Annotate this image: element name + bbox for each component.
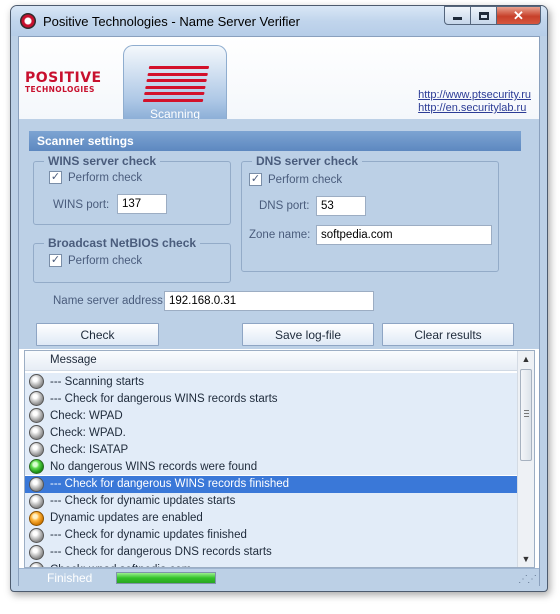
- status-led-icon: [29, 459, 44, 475]
- log-row[interactable]: Dynamic updates are enabled: [25, 509, 518, 527]
- dns-port-label: DNS port:: [259, 200, 310, 212]
- client-area: POSITIVE TECHNOLOGIES Scanning http://ww…: [18, 36, 540, 587]
- log-scrollbar[interactable]: ▲ ▼: [517, 351, 534, 567]
- log-message: --- Scanning starts: [50, 375, 144, 388]
- dns-check-title: DNS server check: [252, 154, 363, 168]
- minimize-button[interactable]: [444, 6, 471, 25]
- status-led-icon: [29, 391, 44, 407]
- status-led-icon: [29, 374, 44, 389]
- wins-perform-checkbox[interactable]: ✓: [49, 171, 62, 184]
- scroll-thumb[interactable]: [520, 369, 532, 461]
- log-message: --- Check for dynamic updates finished: [50, 529, 247, 542]
- wins-check-title: WINS server check: [44, 154, 161, 168]
- log-list[interactable]: Message --- Scanning starts --- Check for…: [24, 350, 535, 568]
- dns-perform-checkbox[interactable]: ✓: [249, 173, 262, 186]
- header-links: http://www.ptsecurity.ru http://en.secur…: [418, 89, 531, 115]
- log-message: --- Check for dangerous WINS records sta…: [50, 392, 278, 405]
- tab-scanning[interactable]: Scanning: [123, 45, 227, 123]
- netbios-check-group: Broadcast NetBIOS check ✓ Perform check: [33, 236, 231, 283]
- log-message: Check: WPAD.: [50, 426, 126, 439]
- log-message: No dangerous WINS records were found: [50, 460, 258, 473]
- name-server-address-label: Name server address:: [53, 295, 167, 307]
- dns-perform-check[interactable]: ✓ Perform check: [249, 173, 342, 186]
- securitylab-link[interactable]: http://en.securitylab.ru: [418, 102, 531, 115]
- dns-port-input[interactable]: [316, 196, 366, 216]
- log-message: --- Check for dangerous WINS records fin…: [50, 478, 290, 491]
- minimize-icon: [453, 17, 462, 20]
- wins-port-label: WINS port:: [53, 199, 110, 211]
- status-led-icon: [29, 408, 44, 424]
- close-button[interactable]: ✕: [496, 6, 541, 25]
- scanner-settings-panel: Scanner settings WINS server check ✓ Per…: [19, 119, 539, 349]
- close-icon: ✕: [513, 8, 524, 23]
- netbios-perform-check[interactable]: ✓ Perform check: [49, 254, 142, 267]
- window-controls: ✕: [444, 6, 541, 25]
- log-message: --- Check for dangerous DNS records star…: [50, 546, 272, 559]
- status-led-icon: [29, 476, 44, 492]
- status-led-icon: [29, 493, 44, 509]
- status-led-icon: [29, 527, 44, 543]
- netbios-perform-checkbox[interactable]: ✓: [49, 254, 62, 267]
- scroll-up-arrow-icon[interactable]: ▲: [518, 351, 534, 367]
- app-icon: [20, 13, 36, 29]
- netbios-check-title: Broadcast NetBIOS check: [44, 236, 201, 250]
- maximize-icon: [478, 11, 489, 20]
- logo-top-text: POSITIVE: [25, 70, 102, 86]
- save-log-button[interactable]: Save log-file: [242, 323, 374, 346]
- progress-bar: [116, 572, 216, 584]
- wins-perform-label: Perform check: [68, 171, 143, 184]
- zone-name-input[interactable]: [316, 225, 492, 245]
- log-message: Dynamic updates are enabled: [50, 512, 203, 525]
- scanner-settings-title: Scanner settings: [29, 131, 521, 151]
- log-row[interactable]: --- Check for dynamic updates starts: [25, 492, 518, 510]
- status-led-icon: [29, 442, 44, 458]
- resize-grip-icon[interactable]: ⋰⋰: [518, 574, 537, 585]
- status-led-icon: [29, 510, 44, 526]
- status-text: Finished: [47, 571, 93, 585]
- log-row[interactable]: --- Check for dangerous WINS records fin…: [25, 475, 518, 493]
- log-row[interactable]: Check: WPAD: [25, 407, 518, 425]
- log-column-header[interactable]: Message: [25, 351, 518, 371]
- log-row[interactable]: Check: ISATAP: [25, 441, 518, 459]
- log-message: Check: ISATAP: [50, 443, 129, 456]
- check-button[interactable]: Check: [36, 323, 159, 346]
- status-bar: Finished ⋰⋰: [19, 568, 539, 587]
- wins-perform-check[interactable]: ✓ Perform check: [49, 171, 142, 184]
- log-message: --- Check for dynamic updates starts: [50, 495, 236, 508]
- log-rows: --- Scanning starts --- Check for dangero…: [25, 373, 518, 567]
- status-led-icon: [29, 425, 44, 441]
- wins-port-input[interactable]: [117, 194, 167, 214]
- log-row[interactable]: Check: WPAD.: [25, 424, 518, 442]
- logo-bottom-text: TECHNOLOGIES: [25, 85, 95, 94]
- window-title: Positive Technologies - Name Server Veri…: [43, 14, 300, 29]
- scanning-icon: [142, 66, 210, 102]
- netbios-perform-label: Perform check: [68, 254, 143, 267]
- log-row[interactable]: --- Scanning starts: [25, 373, 518, 390]
- wins-check-group: WINS server check ✓ Perform check WINS p…: [33, 154, 231, 225]
- ptsecurity-link[interactable]: http://www.ptsecurity.ru: [418, 89, 531, 102]
- company-logo: POSITIVE TECHNOLOGIES: [25, 71, 102, 94]
- progress-fill: [117, 573, 215, 583]
- scroll-down-arrow-icon[interactable]: ▼: [518, 551, 534, 567]
- app-window: Positive Technologies - Name Server Veri…: [10, 5, 548, 592]
- maximize-button[interactable]: [470, 6, 497, 25]
- dns-check-group: DNS server check ✓ Perform check DNS por…: [241, 154, 499, 272]
- title-bar[interactable]: Positive Technologies - Name Server Veri…: [11, 6, 547, 36]
- message-column-label: Message: [50, 354, 97, 366]
- log-row[interactable]: No dangerous WINS records were found: [25, 458, 518, 476]
- name-server-address-input[interactable]: [164, 291, 374, 311]
- log-row[interactable]: --- Check for dangerous WINS records sta…: [25, 390, 518, 408]
- log-message: Check: WPAD: [50, 409, 123, 422]
- log-row[interactable]: --- Check for dangerous DNS records star…: [25, 543, 518, 561]
- header: POSITIVE TECHNOLOGIES Scanning http://ww…: [19, 37, 539, 123]
- dns-perform-label: Perform check: [268, 173, 343, 186]
- log-row[interactable]: --- Check for dynamic updates finished: [25, 526, 518, 544]
- status-led-icon: [29, 544, 44, 560]
- log-row[interactable]: Check: wpad.softpedia.com: [25, 561, 518, 567]
- clear-results-button[interactable]: Clear results: [382, 323, 514, 346]
- zone-name-label: Zone name:: [249, 229, 311, 241]
